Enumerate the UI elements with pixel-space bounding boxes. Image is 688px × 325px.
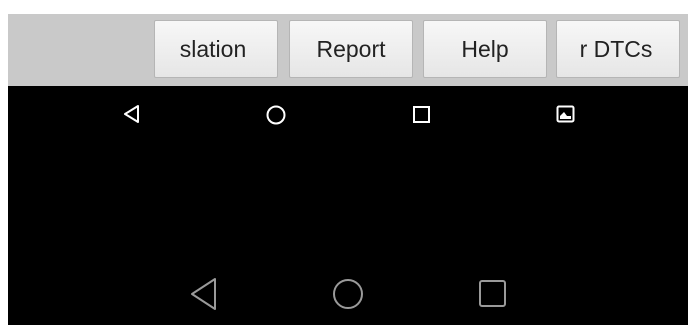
help-button[interactable]: Help	[423, 20, 547, 78]
translation-button[interactable]: slation	[154, 20, 278, 78]
recents-icon[interactable]	[412, 105, 432, 125]
recents-icon[interactable]	[478, 279, 508, 309]
back-icon[interactable]	[188, 276, 220, 312]
clear-dtcs-button[interactable]: r DTCs	[556, 20, 680, 78]
translation-button-label: slation	[179, 36, 247, 62]
home-icon[interactable]	[265, 104, 287, 126]
screenshot-icon[interactable]	[556, 105, 576, 125]
screen-area	[8, 86, 688, 325]
back-icon[interactable]	[122, 104, 142, 124]
help-button-label: Help	[461, 36, 509, 62]
app-frame: slation Report Help r DTCs	[8, 14, 688, 325]
clear-dtcs-button-label: r DTCs	[579, 36, 653, 62]
report-button[interactable]: Report	[289, 20, 413, 78]
report-button-label: Report	[316, 36, 386, 62]
toolbar: slation Report Help r DTCs	[8, 14, 688, 86]
home-icon[interactable]	[332, 278, 364, 310]
